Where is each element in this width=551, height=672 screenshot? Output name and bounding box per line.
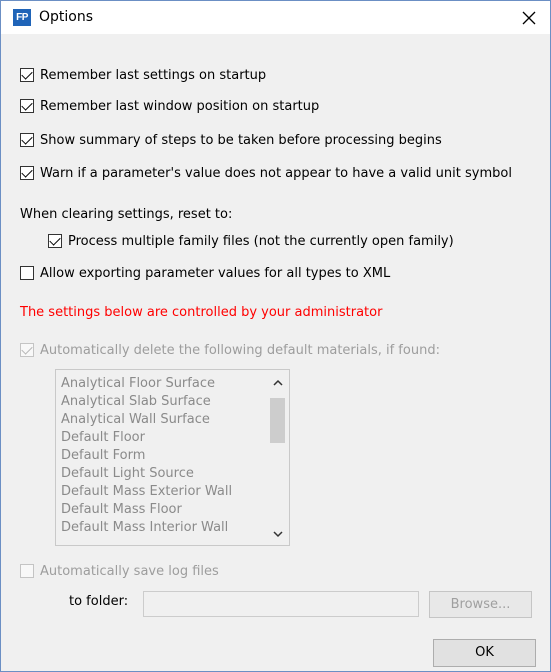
show-summary-label: Show summary of steps to be taken before…: [40, 132, 442, 148]
allow-export-option[interactable]: Allow exporting parameter values for all…: [20, 264, 390, 282]
remember-window-checkbox[interactable]: [20, 99, 34, 113]
warn-unit-checkbox[interactable]: [20, 166, 34, 180]
show-summary-option[interactable]: Show summary of steps to be taken before…: [20, 131, 442, 149]
allow-export-label: Allow exporting parameter values for all…: [40, 265, 391, 281]
process-multiple-label: Process multiple family files (not the c…: [68, 233, 454, 249]
process-multiple-checkbox[interactable]: [48, 234, 62, 248]
chevron-down-icon[interactable]: [269, 526, 286, 542]
warn-unit-option[interactable]: Warn if a parameter's value does not app…: [20, 164, 512, 182]
folder-label: to folder:: [69, 594, 129, 609]
options-dialog: FP Options Remember last settings on sta…: [0, 0, 551, 672]
list-scrollbar[interactable]: [269, 374, 286, 542]
auto-save-log-checkbox: [20, 564, 34, 578]
remember-settings-checkbox[interactable]: [20, 68, 34, 82]
list-item: Default Form: [61, 448, 146, 463]
auto-delete-option: Automatically delete the following defau…: [20, 341, 440, 359]
default-materials-list: Analytical Floor Surface Analytical Slab…: [55, 369, 290, 546]
close-icon[interactable]: [516, 5, 542, 31]
list-item: Analytical Slab Surface: [61, 394, 211, 409]
folder-path-field: [143, 591, 419, 617]
warn-unit-label: Warn if a parameter's value does not app…: [40, 165, 512, 181]
admin-note: The settings below are controlled by you…: [20, 305, 383, 320]
list-item: Analytical Floor Surface: [61, 376, 215, 391]
allow-export-checkbox[interactable]: [20, 266, 34, 280]
auto-save-log-label: Automatically save log files: [40, 563, 219, 579]
auto-delete-checkbox: [20, 343, 34, 357]
list-item: Default Mass Floor: [61, 502, 182, 517]
scroll-thumb[interactable]: [270, 398, 285, 443]
dialog-title: Options: [39, 9, 94, 25]
process-multiple-option[interactable]: Process multiple family files (not the c…: [48, 232, 454, 250]
ok-button[interactable]: OK: [433, 639, 536, 667]
browse-button: Browse...: [429, 591, 532, 618]
auto-save-log-option: Automatically save log files: [20, 562, 219, 580]
app-logo-icon: FP: [13, 9, 31, 26]
reset-heading: When clearing settings, reset to:: [20, 207, 233, 222]
chevron-up-icon[interactable]: [269, 374, 286, 390]
list-item: Default Mass Interior Wall: [61, 520, 229, 535]
list-item: Analytical Wall Surface: [61, 412, 210, 427]
remember-window-option[interactable]: Remember last window position on startup: [20, 97, 319, 115]
list-item: Default Light Source: [61, 466, 194, 481]
title-bar: FP Options: [1, 1, 550, 34]
list-item: Default Floor: [61, 430, 145, 445]
auto-delete-label: Automatically delete the following defau…: [40, 342, 440, 358]
remember-settings-option[interactable]: Remember last settings on startup: [20, 66, 266, 84]
list-item: Default Mass Exterior Wall: [61, 484, 233, 499]
remember-settings-label: Remember last settings on startup: [40, 67, 267, 83]
remember-window-label: Remember last window position on startup: [40, 98, 320, 114]
show-summary-checkbox[interactable]: [20, 133, 34, 147]
